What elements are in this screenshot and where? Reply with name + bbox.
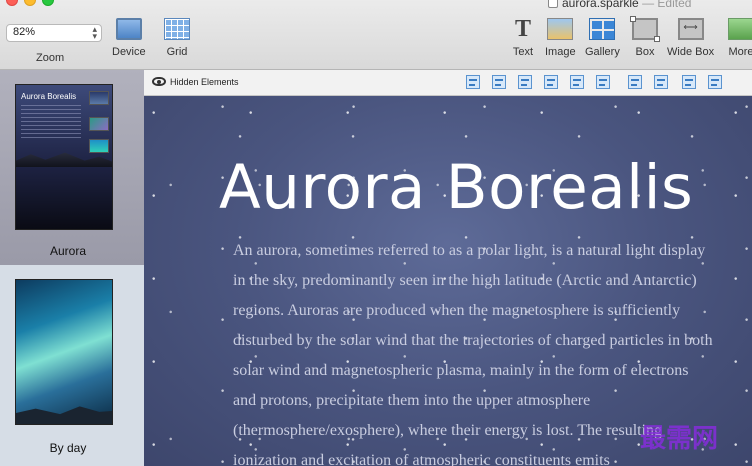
image-button[interactable]: Image: [545, 18, 576, 58]
align-bottom-icon[interactable]: [596, 75, 610, 89]
gallery-button[interactable]: Gallery: [585, 18, 620, 58]
zoom-select[interactable]: 82% ▴ ▾: [6, 24, 102, 42]
minimize-window-button[interactable]: [24, 0, 36, 6]
device-icon: [115, 18, 142, 40]
page-canvas[interactable]: Aurora Borealis An aurora, sometimes ref…: [144, 96, 752, 466]
thumbnail-image: [89, 117, 109, 131]
text-button[interactable]: T Text: [510, 16, 536, 58]
distribute-horizontal-icon[interactable]: [628, 75, 642, 89]
page-thumbnail-by-day: [15, 279, 113, 425]
wide-box-icon: ⟷: [677, 18, 704, 40]
thumbnail-image: [89, 91, 109, 105]
align-top-icon[interactable]: [544, 75, 558, 89]
document-title: aurora.sparkle — Edited: [548, 0, 691, 10]
distribute-vertical-icon[interactable]: [654, 75, 668, 89]
app-window: aurora.sparkle — Edited 82% ▴ ▾ Zoom Devi…: [0, 0, 752, 466]
page-item-by-day[interactable]: By day: [0, 265, 144, 466]
canvas-toolbar: Hidden Elements: [144, 70, 752, 96]
hidden-elements-toggle[interactable]: Hidden Elements: [170, 77, 239, 87]
box-button[interactable]: Box: [630, 16, 660, 58]
page-label: By day: [49, 441, 87, 455]
align-left-icon[interactable]: [466, 75, 480, 89]
thumbnail-title: Aurora Borealis: [21, 92, 77, 101]
align-center-icon[interactable]: [492, 75, 506, 89]
more-button[interactable]: More: [728, 18, 752, 58]
pages-sidebar: Aurora Borealis Aurora By day: [0, 70, 144, 466]
document-icon: [548, 0, 558, 8]
align-middle-icon[interactable]: [570, 75, 584, 89]
text-icon: T: [514, 16, 531, 42]
eye-icon[interactable]: [152, 77, 166, 86]
close-window-button[interactable]: [6, 0, 18, 6]
zoom-window-button[interactable]: [42, 0, 54, 6]
device-button[interactable]: Device: [112, 18, 146, 58]
gallery-icon: [589, 18, 616, 40]
page-item-aurora[interactable]: Aurora Borealis Aurora: [0, 70, 144, 265]
page-label: Aurora: [49, 244, 87, 258]
match-height-icon[interactable]: [708, 75, 722, 89]
wide-box-button[interactable]: ⟷ Wide Box: [667, 18, 714, 58]
image-icon: [547, 18, 574, 40]
zoom-value: 82%: [13, 26, 36, 38]
watermark-logo: 最需网: [640, 423, 719, 453]
align-right-icon[interactable]: [518, 75, 532, 89]
more-icon: [728, 18, 752, 40]
thumbnail-text-lines: [21, 105, 81, 141]
canvas-heading[interactable]: Aurora Borealis: [219, 152, 693, 223]
zoom-label: Zoom: [36, 52, 65, 64]
grid-button[interactable]: Grid: [164, 18, 190, 58]
thumbnail-rocks: [16, 406, 112, 424]
box-icon: [630, 16, 660, 42]
thumbnail-image: [89, 139, 109, 153]
grid-icon: [164, 18, 190, 40]
main-toolbar: aurora.sparkle — Edited 82% ▴ ▾ Zoom Devi…: [0, 0, 752, 70]
page-thumbnail-aurora: Aurora Borealis: [15, 84, 113, 230]
chevron-updown-icon: ▴ ▾: [92, 24, 97, 41]
match-width-icon[interactable]: [682, 75, 696, 89]
thumbnail-mountains: [16, 152, 112, 167]
edited-status: — Edited: [642, 0, 692, 10]
document-name: aurora.sparkle: [562, 0, 639, 10]
